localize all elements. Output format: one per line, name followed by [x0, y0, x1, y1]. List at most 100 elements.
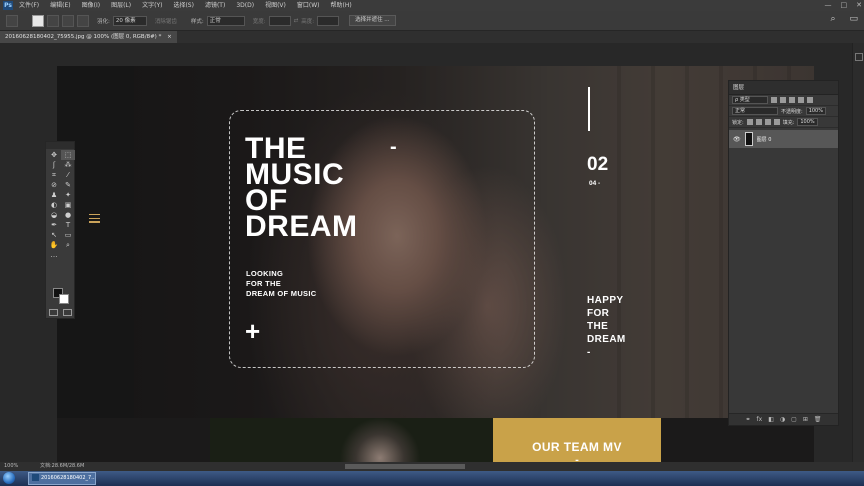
menu-window[interactable]: 窗口(W) [297, 0, 320, 11]
style-select[interactable]: 正常 [206, 15, 245, 26]
blend-mode-select[interactable]: 正常 [732, 107, 778, 115]
tab-close-icon[interactable]: × [167, 34, 172, 40]
width-input[interactable] [268, 15, 291, 26]
dodge-tool-icon[interactable]: ● [61, 210, 75, 220]
intersect-selection-icon[interactable] [77, 14, 89, 27]
layer-mask-icon[interactable]: ◧ [768, 414, 774, 425]
layer-style-icon[interactable]: fx [757, 414, 763, 425]
link-layers-icon[interactable]: ⚭ [746, 414, 751, 425]
eyedropper-tool-icon[interactable]: ⁄ [61, 170, 75, 180]
filter-smart-icon[interactable] [807, 97, 813, 103]
height-input[interactable] [317, 15, 340, 26]
photoshop-taskbar-icon [32, 474, 39, 481]
tagline-line: FOR [587, 308, 610, 319]
adjustment-layer-icon[interactable]: ◑ [780, 414, 785, 425]
menu-select[interactable]: 选择(S) [173, 0, 194, 11]
subtitle-line: LOOKING [246, 269, 284, 278]
filter-type-icon[interactable] [789, 97, 795, 103]
layer-name[interactable]: 图层 0 [757, 136, 772, 143]
filter-pixel-icon[interactable] [771, 97, 777, 103]
layer-filter-row: ρ 类型 [729, 95, 838, 106]
subtitle-line: FOR THE [246, 279, 282, 288]
menu-image[interactable]: 图像(I) [82, 0, 100, 11]
close-button[interactable]: ✕ [856, 0, 862, 11]
filter-shape-icon[interactable] [798, 97, 804, 103]
magic-wand-tool-icon[interactable]: ⁂ [61, 160, 75, 170]
pen-tool-icon[interactable]: ✒ [47, 220, 61, 230]
lock-label: 锁定: [732, 119, 744, 126]
visibility-eye-icon[interactable]: 👁 [733, 136, 741, 143]
maximize-button[interactable]: □ [841, 0, 848, 11]
blur-tool-icon[interactable]: ◒ [47, 210, 61, 220]
menu-view[interactable]: 视图(V) [265, 0, 286, 11]
quick-mask-icon[interactable] [49, 309, 58, 316]
marquee-tool-icon[interactable]: ⬚ [61, 150, 75, 160]
menu-help[interactable]: 帮助(H) [331, 0, 352, 11]
menu-file[interactable]: 文件(F) [19, 0, 39, 11]
lock-pixels-icon[interactable] [746, 119, 753, 125]
lock-position-icon[interactable] [764, 119, 771, 125]
select-and-mask-button[interactable]: 选择并遮住 ... [349, 15, 396, 26]
new-layer-icon[interactable]: ⊞ [803, 414, 808, 425]
new-selection-icon[interactable] [32, 14, 44, 27]
history-brush-tool-icon[interactable]: ✦ [61, 190, 75, 200]
tools-panel-header[interactable] [46, 142, 74, 149]
menu-bar: Ps 文件(F) 编辑(E) 图像(I) 图层(L) 文字(Y) 选择(S) 滤… [0, 0, 864, 11]
brush-tool-icon[interactable]: ✎ [61, 180, 75, 190]
panel-dock-strip [852, 43, 864, 462]
document-info[interactable]: 文档:28.6M/28.6M [40, 462, 84, 471]
layers-panel-icon[interactable] [854, 53, 863, 61]
menu-3d[interactable]: 3D(D) [236, 0, 254, 11]
start-button[interactable] [2, 471, 16, 486]
delete-layer-icon[interactable]: 🗑 [814, 414, 822, 425]
gradient-tool-icon[interactable]: ▣ [61, 200, 75, 210]
taskbar-photoshop-item[interactable]: 20160628180402_7... [28, 472, 96, 485]
more-tools-icon[interactable]: … [47, 250, 61, 260]
horizontal-scrollbar[interactable] [345, 464, 465, 469]
crop-tool-icon[interactable]: ⌗ [47, 170, 61, 180]
feather-input[interactable]: 20 像素 [112, 15, 147, 26]
shape-tool-icon[interactable]: ▭ [61, 230, 75, 240]
vertical-divider [588, 87, 590, 131]
search-icon[interactable]: ⌕ [830, 14, 835, 24]
add-selection-icon[interactable] [47, 14, 59, 27]
eraser-tool-icon[interactable]: ◐ [47, 200, 61, 210]
document-canvas[interactable]: THE MUSIC OF DREAM - LOOKING FOR THE DRE… [57, 66, 814, 466]
layers-panel-tab[interactable]: 图层 [729, 81, 838, 95]
lock-all-icon[interactable] [773, 119, 780, 125]
hand-tool-icon[interactable]: ✋ [47, 240, 61, 250]
marquee-tool-preset-icon[interactable] [6, 14, 18, 27]
window-controls: — □ ✕ [825, 0, 863, 11]
lock-paint-icon[interactable] [755, 119, 762, 125]
fill-input[interactable]: 100% [797, 118, 818, 126]
menu-filter[interactable]: 滤镜(T) [205, 0, 225, 11]
stamp-tool-icon[interactable]: ♟ [47, 190, 61, 200]
filter-adjustment-icon[interactable] [780, 97, 786, 103]
group-icon[interactable]: ▢ [791, 414, 797, 425]
opacity-input[interactable]: 100% [805, 107, 826, 115]
layer-row[interactable]: 👁 图层 0 [729, 130, 838, 148]
swap-icon[interactable]: ⇄ [294, 18, 299, 24]
zoom-tool-icon[interactable]: ⌕ [61, 240, 75, 250]
path-select-tool-icon[interactable]: ↖ [47, 230, 61, 240]
menu-type[interactable]: 文字(Y) [142, 0, 162, 11]
zoom-level[interactable]: 100% [4, 462, 18, 471]
workspace-icon[interactable]: ▭ [849, 14, 858, 24]
subtract-selection-icon[interactable] [62, 14, 74, 27]
menu-layer[interactable]: 图层(L) [111, 0, 131, 11]
move-tool-icon[interactable]: ✥ [47, 150, 61, 160]
tagline-line: - [587, 347, 591, 358]
type-tool-icon[interactable]: T [61, 220, 75, 230]
antialias-checkbox[interactable]: 消除锯齿 [155, 17, 177, 25]
document-tab[interactable]: 20160628180402_75955.jpg @ 100% (图层 0, R… [0, 31, 177, 43]
menu-edit[interactable]: 编辑(E) [50, 0, 70, 11]
screen-mode-icon[interactable] [63, 309, 72, 316]
layer-kind-filter[interactable]: ρ 类型 [732, 96, 768, 104]
healing-tool-icon[interactable]: ⊘ [47, 180, 61, 190]
lasso-tool-icon[interactable]: ʃ [47, 160, 61, 170]
minimize-button[interactable]: — [825, 0, 832, 11]
windows-logo-icon [3, 472, 15, 484]
tools-panel: ✥ ⬚ ʃ ⁂ ⌗ ⁄ ⊘ ✎ ♟ ✦ ◐ ▣ ◒ ● ✒ T ↖ ▭ ✋ ⌕ … [45, 141, 75, 319]
background-color-swatch[interactable] [59, 294, 69, 304]
opacity-label: 不透明度: [781, 108, 803, 115]
